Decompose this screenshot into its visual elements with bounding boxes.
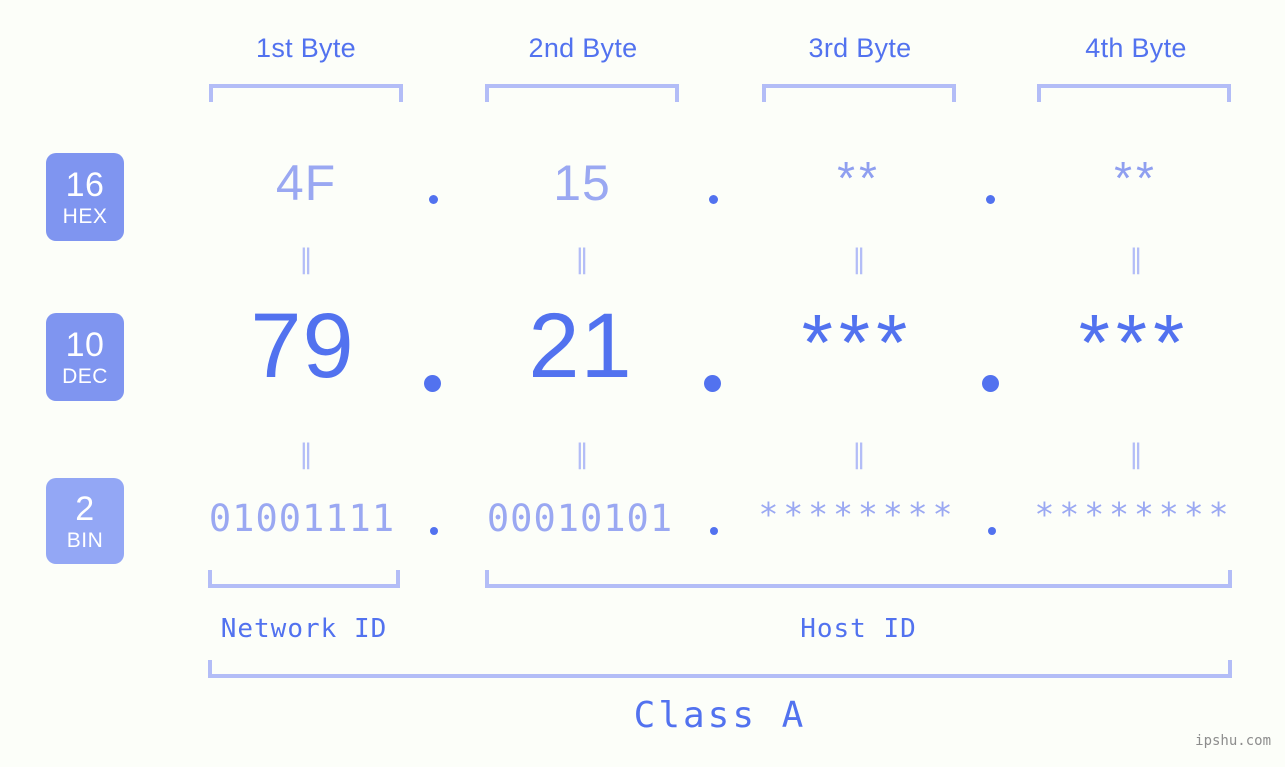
equals-mark-dec-bin-4-icon: ‖	[1129, 439, 1143, 470]
hex-separator-dot-2	[709, 195, 718, 204]
equals-mark-dec-bin-3-icon: ‖	[852, 439, 866, 470]
byte-header-1: 1st Byte	[256, 33, 356, 63]
byte-bracket-4-icon	[1037, 84, 1231, 102]
bin-separator-dot-3	[988, 527, 996, 535]
base-badge-bin-name: BIN	[66, 528, 104, 552]
base-badge-bin-number: 2	[75, 489, 95, 528]
equals-mark-hex-dec-1-icon: ‖	[299, 244, 313, 275]
class-bracket-icon	[208, 660, 1232, 678]
host-id-label: Host ID	[800, 614, 917, 644]
byte-header-3: 3rd Byte	[808, 33, 912, 63]
base-badge-bin: 2 BIN	[46, 478, 124, 564]
base-badge-dec-number: 10	[65, 325, 105, 364]
bin-value-byte-3: ********	[758, 495, 958, 534]
bin-value-byte-2: 00010101	[486, 497, 674, 540]
hex-value-byte-4: **	[1114, 152, 1158, 204]
hex-value-byte-2: 15	[553, 155, 611, 211]
class-label: Class A	[633, 695, 807, 736]
equals-mark-hex-dec-3-icon: ‖	[852, 244, 866, 275]
dec-value-byte-2: 21	[528, 295, 633, 397]
dec-separator-dot-1	[424, 375, 441, 392]
hex-separator-dot-3	[986, 195, 995, 204]
site-watermark: ipshu.com	[1195, 733, 1271, 749]
base-badge-hex-number: 16	[65, 165, 105, 204]
base-badge-hex: 16 HEX	[46, 153, 124, 241]
network-id-bracket-icon	[208, 570, 400, 588]
bin-value-byte-4: ********	[1034, 495, 1234, 534]
dec-value-byte-4: ***	[1078, 298, 1191, 387]
byte-bracket-3-icon	[762, 84, 956, 102]
dec-value-byte-3: ***	[801, 298, 914, 387]
ip-address-breakdown-diagram: 1st Byte 2nd Byte 3rd Byte 4th Byte 16 H…	[0, 0, 1285, 767]
hex-value-byte-3: **	[837, 152, 881, 204]
base-badge-dec: 10 DEC	[46, 313, 124, 401]
host-id-bracket-icon	[485, 570, 1232, 588]
network-id-label: Network ID	[220, 614, 388, 644]
dec-value-byte-1: 79	[250, 295, 355, 397]
equals-mark-hex-dec-4-icon: ‖	[1129, 244, 1143, 275]
equals-mark-hex-dec-2-icon: ‖	[575, 244, 589, 275]
byte-bracket-2-icon	[485, 84, 679, 102]
dec-separator-dot-2	[704, 375, 721, 392]
base-badge-dec-name: DEC	[62, 364, 108, 388]
bin-value-byte-1: 01001111	[208, 497, 396, 540]
equals-mark-dec-bin-2-icon: ‖	[575, 439, 589, 470]
base-badge-hex-name: HEX	[62, 204, 108, 228]
hex-value-byte-1: 4F	[275, 155, 337, 211]
bin-separator-dot-2	[710, 527, 718, 535]
bin-separator-dot-1	[430, 527, 438, 535]
byte-header-2: 2nd Byte	[528, 33, 638, 63]
byte-bracket-1-icon	[209, 84, 403, 102]
dec-separator-dot-3	[982, 375, 999, 392]
hex-separator-dot-1	[429, 195, 438, 204]
byte-header-4: 4th Byte	[1085, 33, 1187, 63]
equals-mark-dec-bin-1-icon: ‖	[299, 439, 313, 470]
